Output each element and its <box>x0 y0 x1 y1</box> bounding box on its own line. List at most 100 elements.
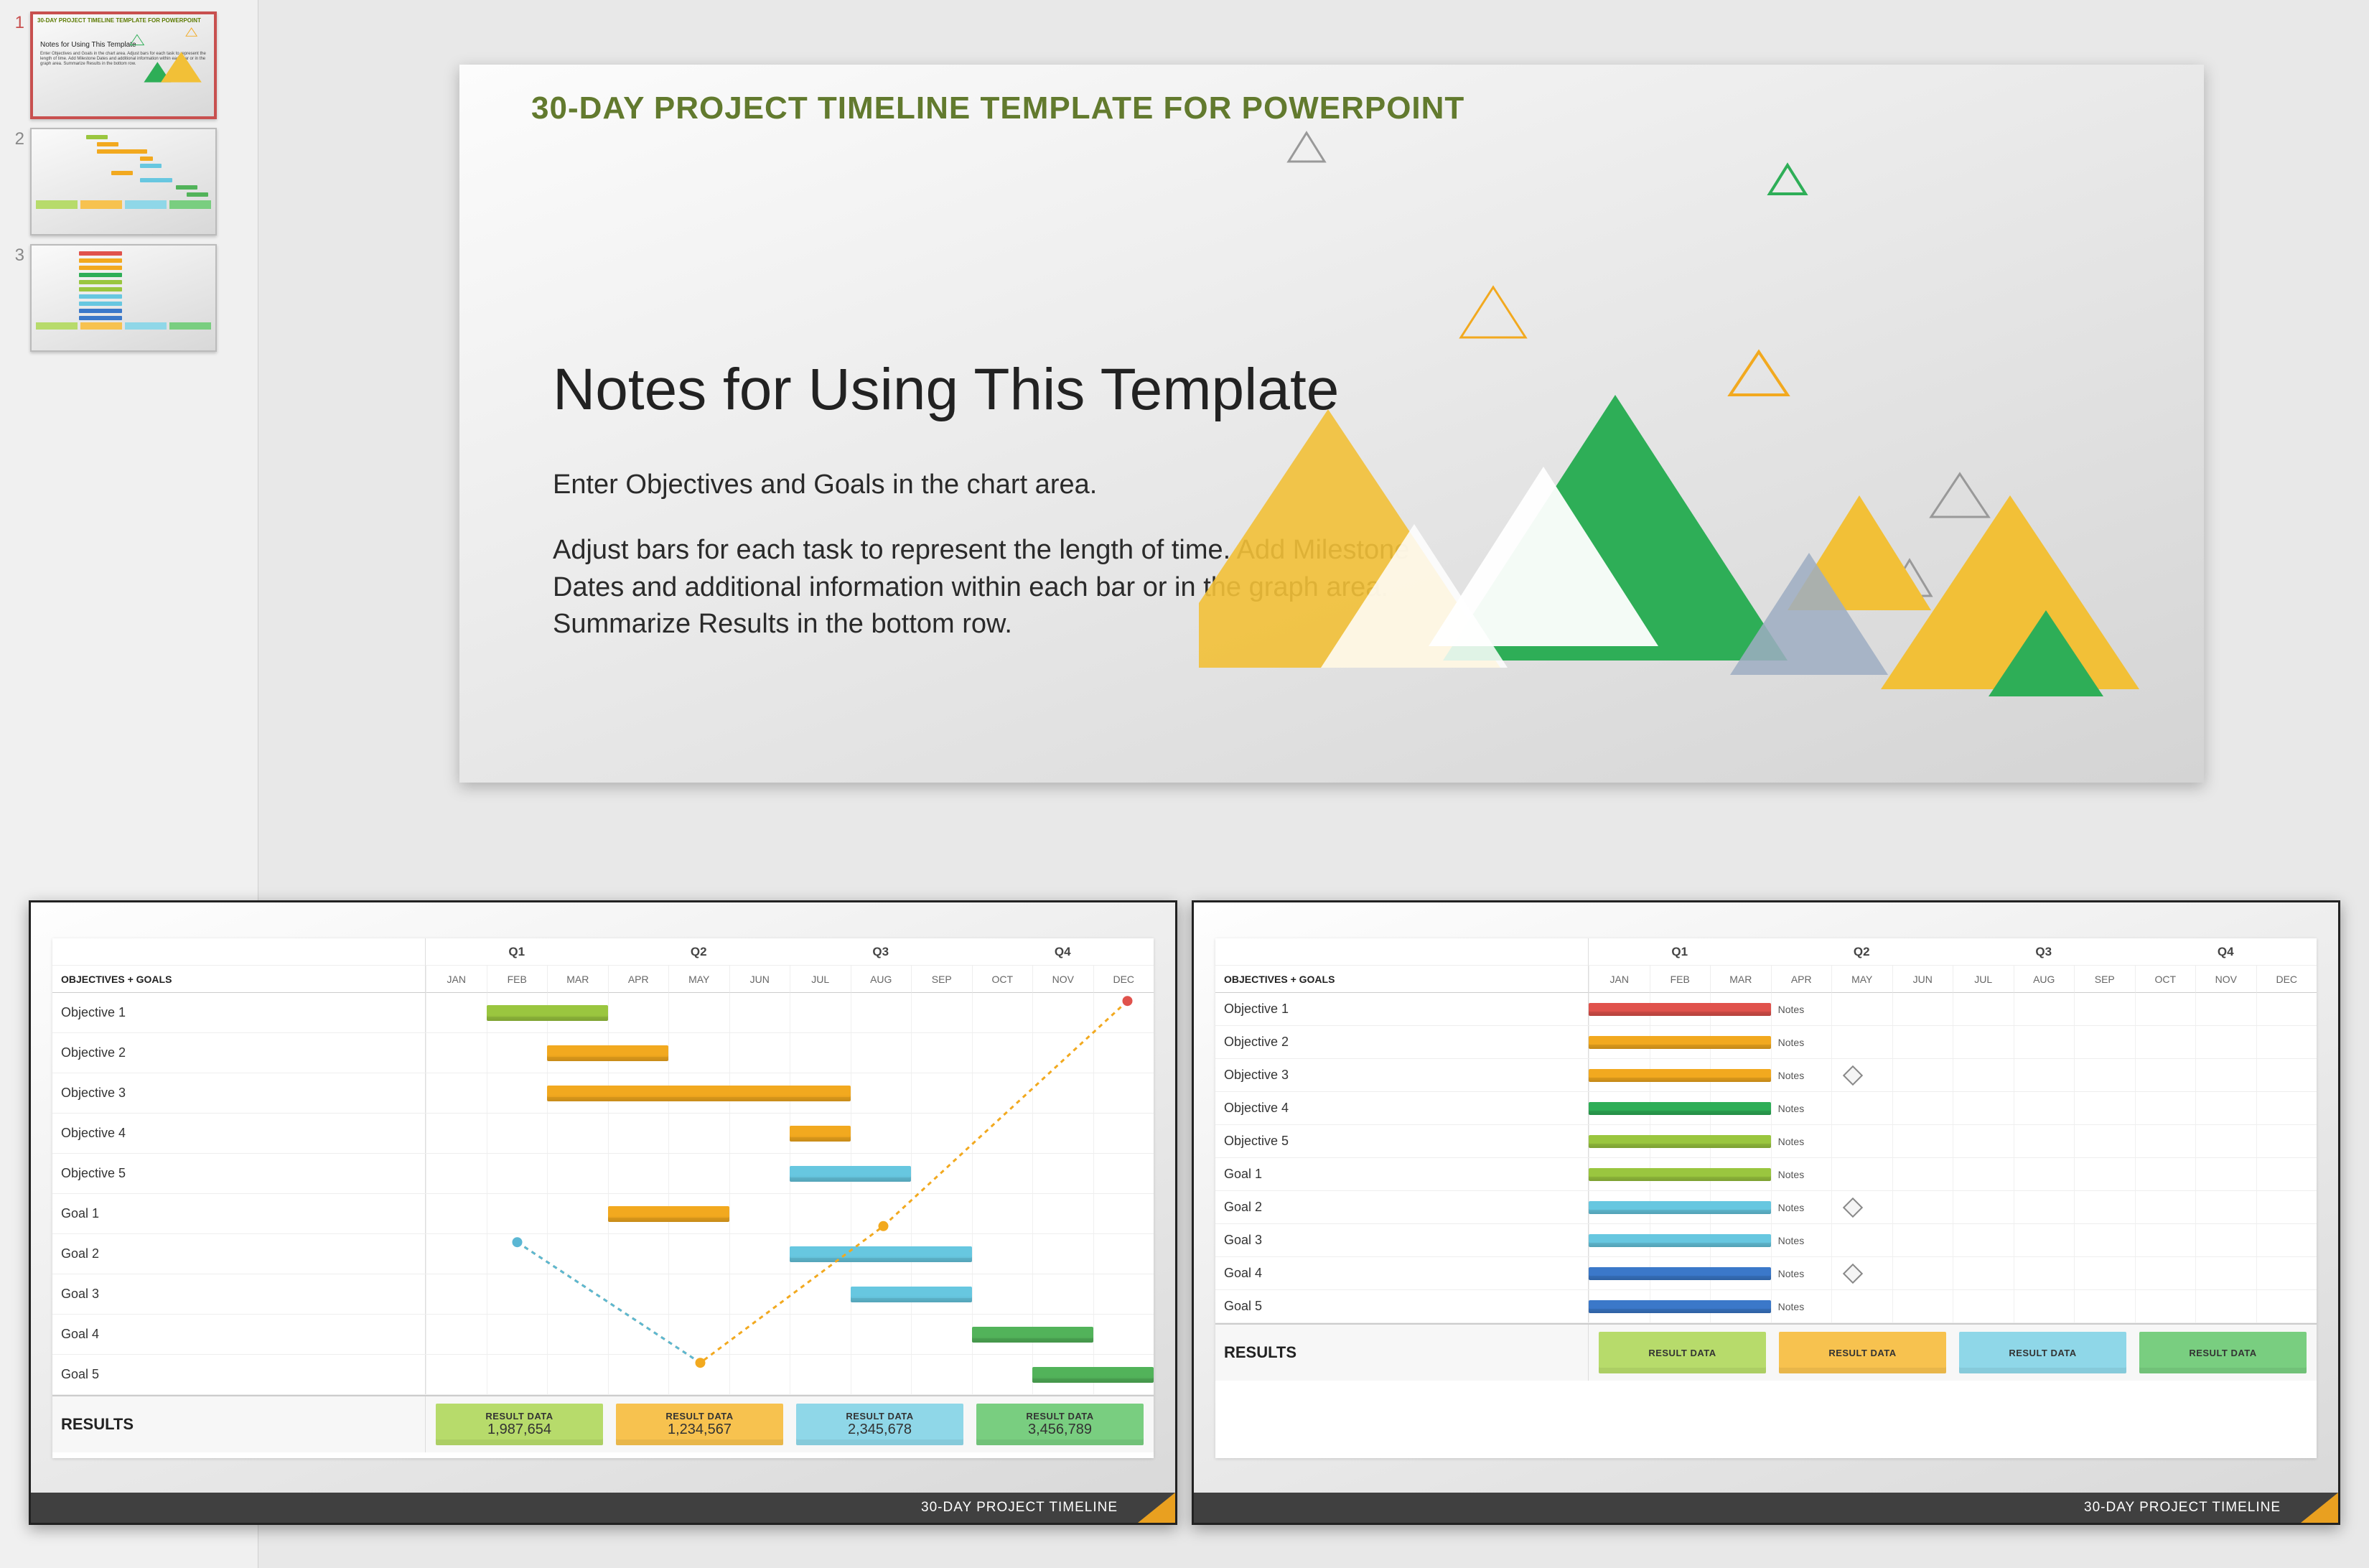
result-box[interactable]: RESULT DATA <box>1779 1332 1946 1373</box>
footer-text-r: 30-DAY PROJECT TIMELINE <box>2084 1500 2281 1516</box>
gantt-row-label: Objective 1 <box>1215 993 1589 1025</box>
gantt-row: Objective 4 <box>52 1114 1154 1154</box>
gantt-bar[interactable] <box>1589 1135 1771 1148</box>
gantt-bar[interactable] <box>1589 1003 1771 1016</box>
gantt-bar[interactable] <box>1589 1069 1771 1082</box>
slide-paragraph-1: Enter Objectives and Goals in the chart … <box>553 467 1443 503</box>
slide-thumbnail-1[interactable]: 30-DAY PROJECT TIMELINE TEMPLATE FOR POW… <box>30 11 217 119</box>
gantt-left-quarters: Q1 Q2 Q3 Q4 <box>52 938 1154 966</box>
gantt-bar[interactable] <box>1589 1201 1771 1214</box>
footer-accent-icon <box>1138 1493 1175 1523</box>
gantt-bar[interactable] <box>790 1246 972 1262</box>
result-box[interactable]: RESULT DATA1,987,654 <box>436 1404 603 1445</box>
gantt-row-label: Objective 2 <box>52 1033 426 1073</box>
gantt-row: Goal 5 <box>52 1355 1154 1395</box>
thumbnail-row-1: 1 30-DAY PROJECT TIMELINE TEMPLATE FOR P… <box>0 9 258 125</box>
slide-thumbnail-3[interactable] <box>30 244 217 352</box>
q4: Q4 <box>972 938 1154 966</box>
preview-slide-3[interactable]: Q1 Q2 Q3 Q4 OBJECTIVES + GOALS JAN FEB M… <box>1192 900 2340 1525</box>
gantt-bar[interactable] <box>1589 1036 1771 1049</box>
gantt-row: Goal 5 Notes <box>1215 1290 2317 1323</box>
gantt-right-quarters: Q1 Q2 Q3 Q4 <box>1215 938 2317 966</box>
notes-label: Notes <box>1778 1301 1805 1312</box>
gantt-row-label: Goal 5 <box>1215 1290 1589 1322</box>
gantt-row-label: Objective 4 <box>52 1114 426 1153</box>
gantt-bar[interactable] <box>1589 1234 1771 1247</box>
gantt-bar[interactable] <box>851 1287 972 1302</box>
footer-accent-icon-r <box>2301 1493 2338 1523</box>
slide-title: Notes for Using This Template <box>553 356 2132 424</box>
gantt-row: Objective 2 <box>52 1033 1154 1073</box>
gantt-right-months: OBJECTIVES + GOALS JAN FEB MAR APR MAY J… <box>1215 966 2317 993</box>
thumbnail-row-3: 3 <box>0 241 258 358</box>
results-row-left: RESULTS RESULT DATA1,987,654 RESULT DATA1… <box>52 1395 1154 1452</box>
footer-left: 30-DAY PROJECT TIMELINE <box>31 1493 1175 1523</box>
result-box[interactable]: RESULT DATA2,345,678 <box>796 1404 963 1445</box>
gantt-left-corner <box>52 938 426 966</box>
gantt-bar[interactable] <box>1032 1367 1154 1383</box>
footer-text: 30-DAY PROJECT TIMELINE <box>921 1500 1118 1516</box>
gantt-row-label: Goal 3 <box>1215 1224 1589 1256</box>
gantt-row-label: Goal 4 <box>1215 1257 1589 1289</box>
thumbnail-row-2: 2 <box>0 125 258 241</box>
gantt-bar[interactable] <box>1589 1168 1771 1181</box>
results-label: RESULTS <box>52 1396 426 1452</box>
slide-thumbnail-2[interactable] <box>30 128 217 235</box>
gantt-row-label: Goal 5 <box>52 1355 426 1394</box>
gantt-row: Goal 2 Notes <box>1215 1191 2317 1224</box>
gantt-row: Goal 3Notes <box>1215 1224 2317 1257</box>
result-box[interactable]: RESULT DATA <box>1959 1332 2126 1373</box>
gantt-row-label: Goal 3 <box>52 1274 426 1314</box>
gantt-left-months: OBJECTIVES + GOALS JAN FEB MAR APR MAY J… <box>52 966 1154 993</box>
gantt-bar[interactable] <box>547 1086 851 1101</box>
notes-label: Notes <box>1778 1136 1805 1147</box>
gantt-row: Objective 1 <box>52 993 1154 1033</box>
gantt-bar[interactable] <box>487 1005 608 1021</box>
gantt-row: Objective 4 Notes <box>1215 1092 2317 1125</box>
gantt-bar[interactable] <box>1589 1267 1771 1280</box>
thumb-number-1: 1 <box>7 11 30 119</box>
gantt-row: Goal 1 <box>52 1194 1154 1234</box>
gantt-row-label: Goal 4 <box>52 1315 426 1354</box>
q1: Q1 <box>426 938 608 966</box>
slide-paragraph-2: Adjust bars for each task to represent t… <box>553 532 1443 643</box>
main-slide[interactable]: 30-DAY PROJECT TIMELINE TEMPLATE FOR POW… <box>459 65 2204 783</box>
gantt-bar[interactable] <box>972 1327 1093 1343</box>
gantt-bar[interactable] <box>608 1206 729 1222</box>
gantt-row: Goal 1Notes <box>1215 1158 2317 1191</box>
gantt-right-corner <box>1215 938 1589 966</box>
result-box[interactable]: RESULT DATA1,234,567 <box>616 1404 783 1445</box>
gantt-bar[interactable] <box>547 1045 668 1061</box>
notes-label: Notes <box>1778 1103 1805 1114</box>
gantt-bar[interactable] <box>1589 1102 1771 1115</box>
gantt-row: Goal 2 <box>52 1234 1154 1274</box>
thumb-number-3: 3 <box>7 244 30 352</box>
gantt-row: Objective 3 <box>52 1073 1154 1114</box>
q3: Q3 <box>790 938 972 966</box>
notes-label: Notes <box>1778 1202 1805 1213</box>
gantt-row-label: Goal 2 <box>1215 1191 1589 1223</box>
notes-label: Notes <box>1778 1004 1805 1015</box>
gantt-row: Objective 5 <box>52 1154 1154 1194</box>
gantt-row-label: Goal 2 <box>52 1234 426 1274</box>
gantt-bar[interactable] <box>790 1166 911 1182</box>
gantt-row: Objective 2Notes <box>1215 1026 2317 1059</box>
result-box[interactable]: RESULT DATA <box>1599 1332 1766 1373</box>
gantt-row-label: Objective 5 <box>52 1154 426 1193</box>
result-box[interactable]: RESULT DATA3,456,789 <box>976 1404 1144 1445</box>
thumb2-gantt <box>32 129 215 213</box>
gantt-bar[interactable] <box>790 1126 851 1142</box>
gantt-right: Q1 Q2 Q3 Q4 OBJECTIVES + GOALS JAN FEB M… <box>1215 938 2317 1458</box>
preview-slide-2[interactable]: Q1 Q2 Q3 Q4 OBJECTIVES + GOALS JAN FEB M… <box>29 900 1177 1525</box>
gantt-row: Goal 4 <box>52 1315 1154 1355</box>
gantt-row-label: Objective 4 <box>1215 1092 1589 1124</box>
notes-label: Notes <box>1778 1037 1805 1048</box>
gantt-row: Goal 3 <box>52 1274 1154 1315</box>
gantt-row-label: Objective 3 <box>52 1073 426 1113</box>
results-label-r: RESULTS <box>1215 1325 1589 1381</box>
gantt-row-label: Objective 1 <box>52 993 426 1032</box>
gantt-row-label: Goal 1 <box>1215 1158 1589 1190</box>
gantt-row-label: Goal 1 <box>52 1194 426 1233</box>
gantt-bar[interactable] <box>1589 1300 1771 1313</box>
result-box[interactable]: RESULT DATA <box>2139 1332 2307 1373</box>
